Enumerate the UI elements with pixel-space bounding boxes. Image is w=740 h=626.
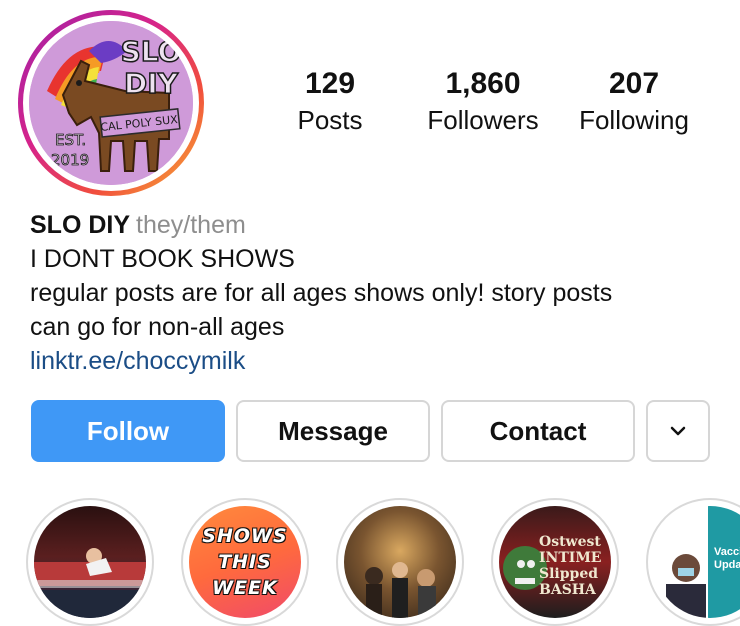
story-highlight[interactable]: Ostwest INTIME Slipped BASHA (491, 498, 619, 626)
follow-button[interactable]: Follow (31, 400, 225, 462)
profile-link[interactable]: linktr.ee/choccymilk (30, 344, 720, 378)
highlight-text: BASHA (539, 582, 596, 598)
highlight-text: Update (714, 559, 740, 571)
profile-pronouns: they/them (136, 211, 246, 239)
highlight-text: Ostwest (539, 534, 601, 550)
avatar-image: CAL POLY SUX SLO DIY EST. 2019 (29, 21, 193, 185)
highlight-text: INTIME (539, 550, 602, 566)
message-button[interactable]: Message (236, 400, 430, 462)
highlight-cover-image (34, 506, 146, 618)
story-highlight[interactable] (26, 498, 154, 626)
followers-count: 1,860 (445, 67, 521, 100)
highlight-cover: Vaccine Update (654, 506, 740, 618)
followers-label: Followers (427, 105, 539, 135)
bio-line: can go for non-all ages (30, 313, 285, 341)
chevron-down-icon (670, 426, 686, 436)
story-highlight[interactable] (336, 498, 464, 626)
posts-count: 129 (304, 67, 356, 100)
more-options-button[interactable] (646, 400, 710, 462)
profile-avatar[interactable]: CAL POLY SUX SLO DIY EST. 2019 (18, 10, 204, 196)
following-count: 207 (608, 67, 660, 100)
highlight-cover: SHOWS THIS WEEK (189, 506, 301, 618)
followers-stat[interactable]: 1,860 Followers (418, 66, 548, 136)
highlight-text: THIS (218, 551, 272, 573)
contact-button[interactable]: Contact (441, 400, 635, 462)
highlight-text: Slipped (539, 566, 599, 582)
profile-name: SLO DIY (30, 211, 131, 239)
profile-bio: SLO DIY they/them I DONT BOOK SHOWS regul… (30, 208, 720, 378)
name-line: SLO DIY they/them (30, 208, 720, 242)
highlight-cover-image (344, 506, 456, 618)
posts-stat[interactable]: 129 Posts (285, 66, 375, 136)
bio-line: I DONT BOOK SHOWS (30, 245, 295, 273)
highlight-text: Vaccine (714, 546, 740, 558)
avatar-text-diy: DIY (124, 67, 179, 100)
bio-line: regular posts are for all ages shows onl… (30, 279, 613, 307)
story-highlight[interactable]: Vaccine Update (646, 498, 740, 626)
highlight-cover: Ostwest INTIME Slipped BASHA (499, 506, 611, 618)
avatar-text-est: EST. (55, 131, 86, 149)
highlight-text: SHOWS (202, 525, 288, 547)
following-stat[interactable]: 207 Following (570, 66, 698, 136)
story-highlight[interactable]: SHOWS THIS WEEK (181, 498, 309, 626)
avatar-artwork: CAL POLY SUX SLO DIY EST. 2019 (29, 21, 193, 185)
following-label: Following (579, 105, 689, 135)
posts-label: Posts (297, 105, 363, 135)
highlight-text: WEEK (212, 577, 278, 599)
